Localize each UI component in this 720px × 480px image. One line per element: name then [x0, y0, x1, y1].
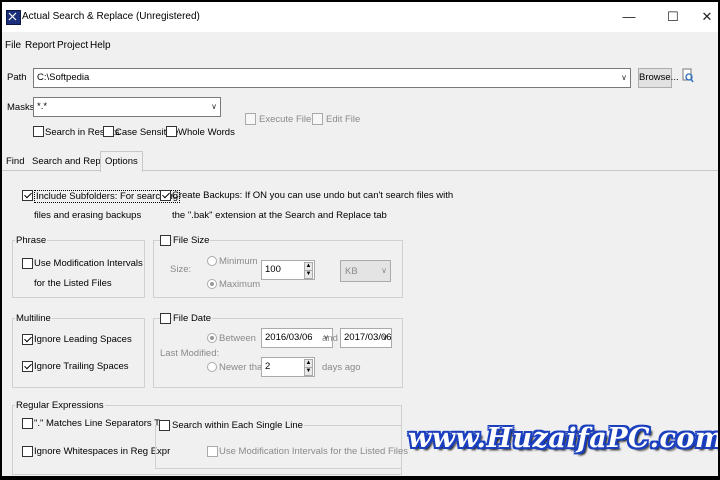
each-line-checkbox[interactable] — [159, 420, 170, 431]
maximum-radio[interactable] — [207, 279, 217, 289]
include-subfolders-checkbox[interactable] — [22, 190, 33, 201]
app-window: Actual Search & Replace (Unregistered) —… — [2, 2, 718, 476]
ignore-whitespaces-checkbox[interactable] — [22, 446, 33, 457]
chevron-down-icon: ∨ — [621, 73, 627, 82]
regex-title: Regular Expressions — [15, 400, 105, 411]
days-ago-label: days ago — [322, 362, 361, 373]
window-title: Actual Search & Replace (Unregistered) — [22, 11, 200, 22]
days-value: 2 — [265, 361, 271, 372]
search-in-results-checkbox[interactable] — [33, 126, 44, 137]
phrase-mod-intervals-checkbox[interactable] — [22, 258, 33, 269]
minimum-label: Minimum — [219, 256, 258, 267]
multiline-title: Multiline — [15, 313, 52, 324]
close-button[interactable]: ✕ — [692, 6, 718, 28]
date-from-value: 2016/03/06 — [265, 332, 313, 343]
spin-down-icon[interactable]: ▼ — [304, 367, 313, 376]
phrase-mod-intervals-label: Use Modification Intervals — [34, 258, 143, 269]
menu-file[interactable]: File — [5, 40, 21, 51]
chevron-down-icon: ∨ — [382, 333, 388, 342]
tab-find[interactable]: Find — [6, 153, 24, 171]
minimize-button[interactable]: — — [614, 6, 644, 28]
menu-report[interactable]: Report — [25, 40, 55, 51]
include-subfolders-label: Include Subfolders: For searching — [34, 190, 181, 203]
masks-combobox[interactable]: *.* ∨ — [33, 97, 221, 117]
ignore-trailing-label: Ignore Trailing Spaces — [34, 361, 129, 372]
size-value: 100 — [265, 264, 281, 275]
file-size-title: File Size — [172, 235, 211, 246]
case-sensitive-checkbox[interactable] — [103, 126, 114, 137]
maximize-button[interactable]: ☐ — [658, 6, 688, 28]
ignore-whitespaces-label: Ignore Whitespaces in Reg Expr — [34, 446, 171, 457]
title-bar: Actual Search & Replace (Unregistered) —… — [2, 2, 718, 32]
each-line-mod-intervals-checkbox[interactable] — [207, 446, 218, 457]
include-subfolders-label-2: files and erasing backups — [34, 210, 142, 221]
minimum-radio[interactable] — [207, 256, 217, 266]
masks-value: *.* — [37, 101, 48, 112]
file-size-checkbox[interactable] — [160, 235, 171, 246]
multiline-group — [12, 318, 145, 388]
dot-matches-checkbox[interactable] — [22, 418, 33, 429]
tab-options[interactable]: Options — [100, 151, 143, 172]
each-line-label: Search within Each Single Line — [171, 420, 304, 431]
phrase-title: Phrase — [15, 235, 48, 246]
days-stepper[interactable]: 2 ▲ ▼ — [261, 357, 315, 377]
chevron-down-icon: ∨ — [211, 102, 217, 111]
last-modified-label: Last Modified: — [160, 348, 220, 359]
file-date-checkbox[interactable] — [160, 313, 171, 324]
search-icon[interactable] — [682, 68, 694, 84]
create-backups-label: Create Backups: If ON you can use undo b… — [172, 190, 454, 201]
and-label: and — [322, 333, 338, 344]
edit-file-button[interactable]: Edit File — [326, 114, 360, 125]
size-unit-select[interactable]: KB ∨ — [340, 260, 391, 282]
maximum-label: Maximum — [219, 279, 261, 290]
menu-project[interactable]: Project — [57, 40, 88, 51]
browse-button[interactable]: Browse... — [638, 68, 679, 88]
menu-help[interactable]: Help — [90, 40, 111, 51]
between-label: Between — [219, 333, 256, 344]
create-backups-checkbox[interactable] — [160, 190, 171, 201]
edit-file-icon — [312, 113, 323, 125]
watermark-logo: www.HuzaifaPC.com — [408, 423, 718, 454]
ignore-leading-checkbox[interactable] — [22, 334, 33, 345]
phrase-group — [12, 240, 145, 298]
ignore-trailing-checkbox[interactable] — [22, 361, 33, 372]
execute-file-button[interactable]: Execute File — [259, 114, 311, 125]
each-line-mod-intervals-label: Use Modification Intervals for the Liste… — [219, 446, 409, 457]
chevron-down-icon: ∨ — [381, 266, 387, 275]
size-label: Size: — [170, 264, 192, 275]
create-backups-label-2: the ".bak" extension at the Search and R… — [172, 210, 387, 221]
dot-matches-label: "." Matches Line Separators Too — [34, 418, 170, 429]
newer-than-radio[interactable] — [207, 362, 217, 372]
whole-words-label: Whole Words — [178, 127, 235, 138]
spin-down-icon[interactable]: ▼ — [304, 270, 313, 279]
path-value: C:\Softpedia — [37, 72, 90, 83]
date-to-picker[interactable]: 2017/03/06 ∨ — [340, 328, 392, 348]
size-unit-value: KB — [345, 266, 358, 277]
between-radio[interactable] — [207, 333, 217, 343]
path-combobox[interactable]: C:\Softpedia ∨ — [33, 68, 631, 88]
app-logo-icon — [6, 10, 21, 25]
file-date-title: File Date — [172, 313, 213, 324]
masks-label: Masks — [7, 102, 35, 113]
size-stepper[interactable]: 100 ▲ ▼ — [261, 260, 315, 280]
ignore-leading-label: Ignore Leading Spaces — [34, 334, 132, 345]
phrase-mod-intervals-label-2: for the Listed Files — [34, 278, 112, 289]
execute-file-icon — [245, 113, 256, 125]
path-label: Path — [7, 72, 27, 83]
whole-words-checkbox[interactable] — [166, 126, 177, 137]
